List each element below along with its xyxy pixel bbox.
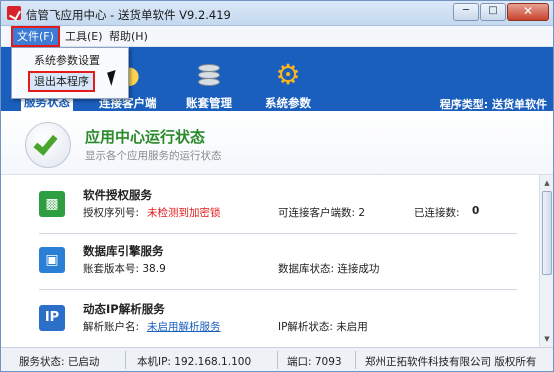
database-icon[interactable] — [196, 62, 222, 88]
service-license: ▩ 软件授权服务 授权序列号: 未检测到加密锁 可连接客户端数: 2 已连接数:… — [1, 183, 539, 235]
service-name: 数据库引擎服务 — [83, 244, 164, 258]
copyright: 郑州正拓软件科技有限公司 版权所有 — [365, 356, 537, 368]
menu-item-exit[interactable]: 退出本程序 — [28, 71, 95, 92]
services-list: ▩ 软件授权服务 授权序列号: 未检测到加密锁 可连接客户端数: 2 已连接数:… — [1, 175, 539, 347]
page-title: 应用中心运行状态 — [85, 128, 206, 146]
minimize-icon: ─ — [462, 5, 470, 16]
tab-account-management[interactable]: 账套管理 — [186, 95, 232, 111]
page-subtitle: 显示各个应用服务的运行状态 — [85, 150, 222, 162]
minimize-button[interactable]: ─ — [453, 3, 479, 21]
divider — [39, 233, 517, 234]
ip-account-label: 解析账户名: — [83, 321, 140, 333]
ip-status: IP解析状态: 未启用 — [278, 321, 368, 333]
status-divider — [125, 351, 126, 369]
db-version: 账套版本号: 38.9 — [83, 263, 166, 275]
maximize-icon: □ — [488, 5, 498, 16]
vertical-scrollbar[interactable]: ▲ ▼ — [539, 175, 553, 347]
menu-tools[interactable]: 工具(E) — [61, 28, 107, 45]
ip-icon: IP — [39, 305, 65, 331]
service-status: 服务状态: 已启动 — [19, 356, 100, 368]
status-header: 应用中心运行状态 显示各个应用服务的运行状态 — [1, 111, 553, 175]
scroll-up-icon[interactable]: ▲ — [541, 176, 553, 190]
status-divider — [355, 351, 356, 369]
status-bar: 服务状态: 已启动 本机IP: 192.168.1.100 端口: 7093 郑… — [1, 347, 553, 371]
tab-system-params[interactable]: 系统参数 — [265, 95, 311, 111]
service-dynamic-ip: IP 动态IP解析服务 解析账户名: 未启用解析服务 IP解析状态: 未启用 — [1, 295, 539, 347]
database-engine-icon: ▣ — [39, 247, 65, 273]
close-button[interactable]: ✕ — [507, 3, 549, 21]
program-type-label: 程序类型: 送货单软件 — [439, 98, 547, 111]
license-card-icon: ▩ — [39, 191, 65, 217]
menu-bar: 文件(F) 工具(E) 帮助(H) — [1, 26, 553, 47]
ip-account-link[interactable]: 未启用解析服务 — [147, 319, 221, 334]
app-logo-icon — [7, 6, 21, 20]
title-bar: 信管飞应用中心 - 送货单软件 V9.2.419 ─ □ ✕ — [1, 1, 553, 26]
serial-label: 授权序列号: — [83, 207, 140, 219]
menu-file[interactable]: 文件(F) — [11, 26, 60, 47]
close-icon: ✕ — [522, 4, 534, 18]
status-divider — [277, 351, 278, 369]
divider — [39, 289, 517, 290]
scroll-down-icon[interactable]: ▼ — [541, 332, 553, 346]
window-title: 信管飞应用中心 - 送货单软件 V9.2.419 — [26, 8, 231, 22]
service-database: ▣ 数据库引擎服务 账套版本号: 38.9 数据库状态: 连接成功 — [1, 239, 539, 291]
check-circle-icon — [25, 122, 71, 168]
connected-label: 已连接数: — [414, 207, 460, 219]
db-status: 数据库状态: 连接成功 — [278, 263, 380, 275]
menu-help[interactable]: 帮助(H) — [105, 28, 152, 45]
menu-item-system-settings[interactable]: 系统参数设置 — [30, 52, 104, 69]
connected-value: 0 — [472, 205, 480, 217]
port: 端口: 7093 — [287, 356, 342, 368]
app-window: 信管飞应用中心 - 送货单软件 V9.2.419 ─ □ ✕ 文件(F) 工具(… — [0, 0, 554, 372]
gear-icon[interactable]: ⚙ — [275, 61, 301, 89]
window-controls: ─ □ ✕ — [453, 3, 549, 21]
scroll-thumb[interactable] — [542, 191, 552, 275]
local-ip: 本机IP: 192.168.1.100 — [137, 356, 252, 368]
service-name: 软件授权服务 — [83, 188, 152, 202]
maximize-button[interactable]: □ — [480, 3, 506, 21]
client-count: 可连接客户端数: 2 — [278, 207, 366, 219]
serial-value: 未检测到加密锁 — [147, 207, 221, 219]
service-name: 动态IP解析服务 — [83, 302, 165, 316]
